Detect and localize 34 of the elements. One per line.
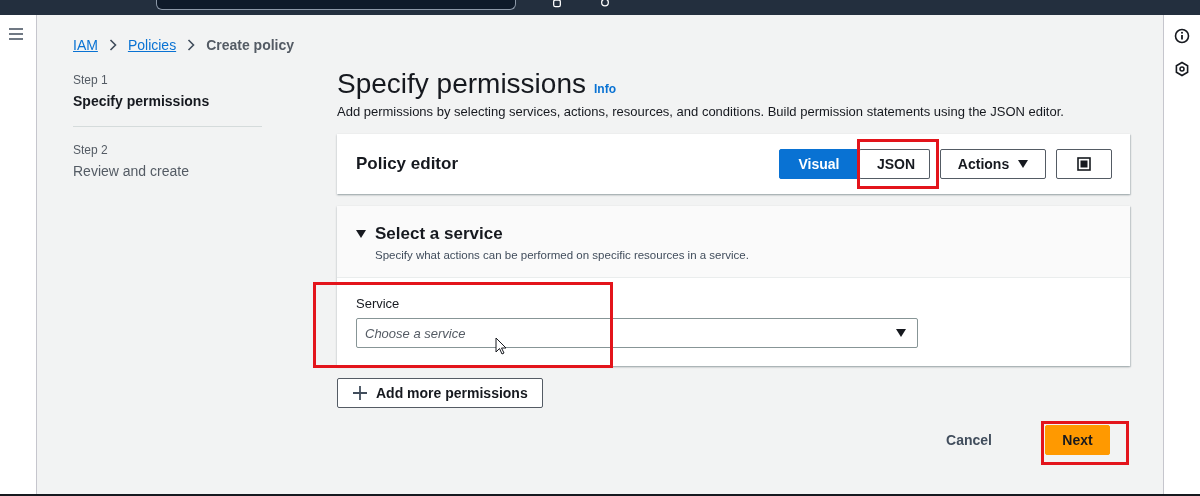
step-number: Step 1 (73, 72, 109, 88)
breadcrumb-current: Create policy (206, 37, 295, 53)
chevron-icon (108, 39, 117, 51)
info-icon[interactable] (1174, 28, 1190, 44)
actions-dropdown[interactable]: Actions (940, 149, 1046, 179)
plus-icon (353, 386, 367, 400)
step-number: Step 2 (73, 142, 109, 158)
caret-icon (1018, 160, 1029, 168)
mode-toggle[interactable]: JSON (859, 149, 930, 179)
step-link[interactable]: Review and create (73, 162, 189, 180)
breadcrumb-link[interactable]: IAM (73, 37, 98, 53)
square-icon (1077, 157, 1091, 171)
page-title: Specify permissions (337, 67, 586, 101)
cancel-button[interactable]: Cancel (940, 425, 998, 455)
next-button[interactable]: Next (1045, 425, 1110, 455)
section-description: Specify what actions can be performed on specific resources in a service. (375, 249, 750, 261)
fullscreen-button[interactable] (1056, 149, 1112, 179)
field-label: Service (356, 296, 401, 312)
breadcrumb-link[interactable]: Policies (127, 37, 177, 53)
triangle-icon (356, 229, 366, 239)
hexagon-icon[interactable] (1174, 61, 1190, 77)
add-permissions-button[interactable]: Add more permissions (337, 378, 543, 408)
step-link[interactable]: Specify permissions (73, 92, 210, 110)
search-field[interactable] (156, 0, 516, 10)
expand-toggle[interactable] (356, 229, 366, 239)
page-description: Add permissions by selecting services, actions, resources, and conditions. Build permission statements using the JSON editor. (337, 103, 1065, 121)
menu-icon[interactable] (9, 28, 23, 40)
card-title: Policy editor (356, 154, 459, 174)
section-title: Select a service (375, 223, 503, 245)
mode-toggle[interactable]: Visual (779, 149, 859, 179)
caret-icon (896, 329, 906, 337)
info-link[interactable]: Info (594, 82, 616, 96)
chevron-icon (187, 39, 196, 51)
cursor-icon (495, 337, 507, 355)
